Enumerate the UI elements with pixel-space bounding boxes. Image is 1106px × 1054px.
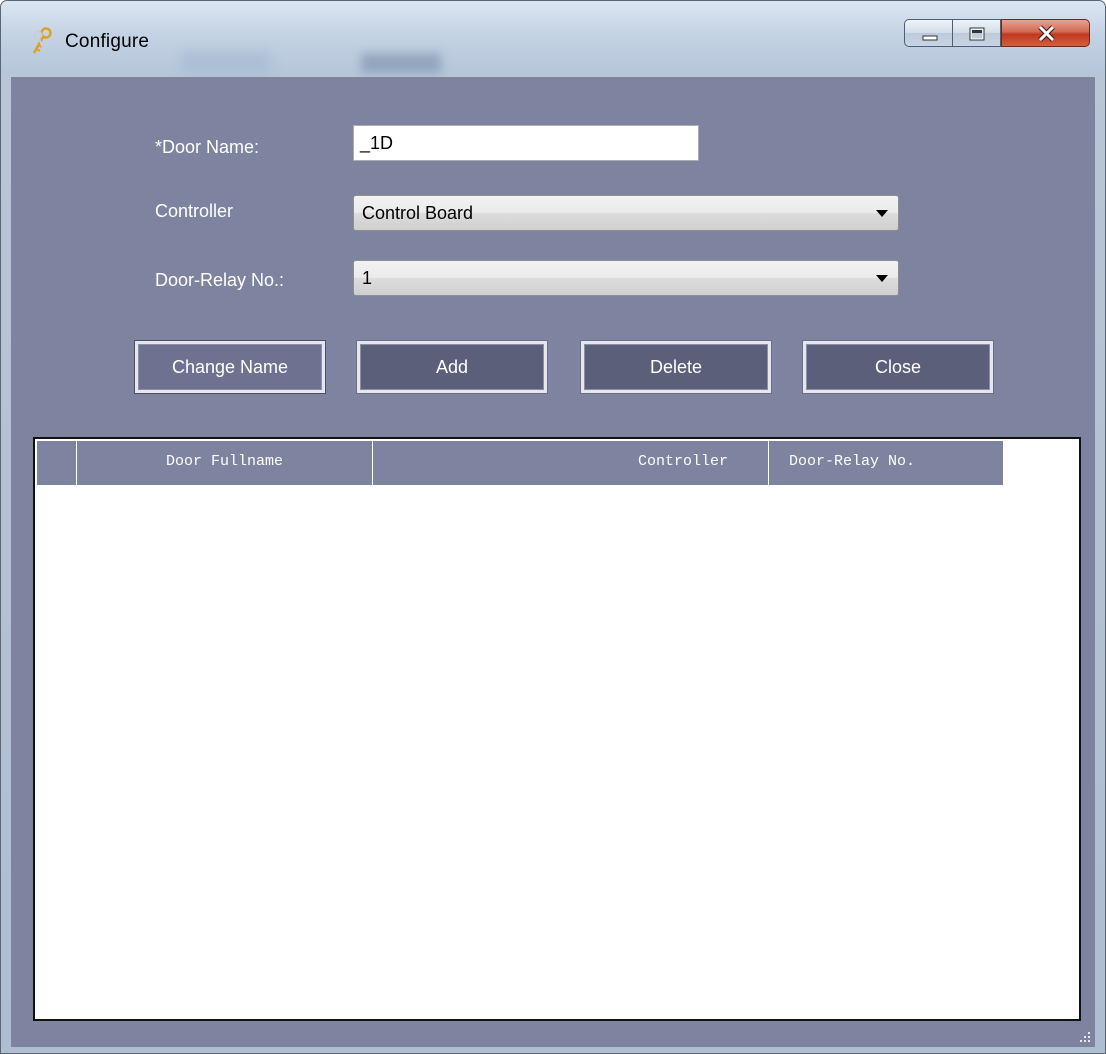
door-relay-label: Door-Relay No.: <box>155 270 285 290</box>
table-header: Door Fullname Controller Door-Relay No. <box>37 441 1003 485</box>
close-icon <box>1038 25 1055 42</box>
close-window-button[interactable] <box>1001 19 1090 47</box>
caption-buttons <box>904 19 1094 49</box>
row-header-column[interactable] <box>37 441 77 485</box>
door-relay-select-value: 1 <box>362 268 373 288</box>
column-header-controller[interactable]: Controller <box>373 441 769 485</box>
controller-select-value: Control Board <box>362 203 474 223</box>
doors-table[interactable]: Door Fullname Controller Door-Relay No. <box>33 437 1081 1021</box>
column-header-door-fullname[interactable]: Door Fullname <box>77 441 373 485</box>
add-button[interactable]: Add <box>356 340 548 394</box>
delete-button[interactable]: Delete <box>580 340 772 394</box>
window-title: Configure <box>65 31 150 52</box>
column-header-door-relay-no[interactable]: Door-Relay No. <box>769 441 1003 485</box>
controller-select[interactable]: Control Board <box>353 195 899 231</box>
door-name-input[interactable]: _1D <box>353 125 699 161</box>
controller-label: Controller <box>155 201 234 221</box>
chevron-down-icon <box>876 275 888 282</box>
resize-grip-icon[interactable] <box>1077 1029 1091 1043</box>
minimize-button[interactable] <box>904 19 953 47</box>
minimize-icon <box>922 35 938 41</box>
title-bar[interactable]: Configure <box>1 1 1105 75</box>
configure-window: Configure *Door Name: _1D Controller Con… <box>0 0 1106 1054</box>
title-glow <box>361 53 441 73</box>
close-button[interactable]: Close <box>802 340 994 394</box>
door-name-label: *Door Name: <box>155 137 260 157</box>
change-name-button[interactable]: Change Name <box>134 340 326 394</box>
chevron-down-icon <box>876 210 888 217</box>
keys-icon <box>32 27 52 54</box>
maximize-icon <box>969 27 985 41</box>
title-glow <box>181 51 271 73</box>
client-area: *Door Name: _1D Controller Control Board… <box>11 77 1095 1047</box>
maximize-button[interactable] <box>953 19 1001 47</box>
door-relay-select[interactable]: 1 <box>353 260 899 296</box>
